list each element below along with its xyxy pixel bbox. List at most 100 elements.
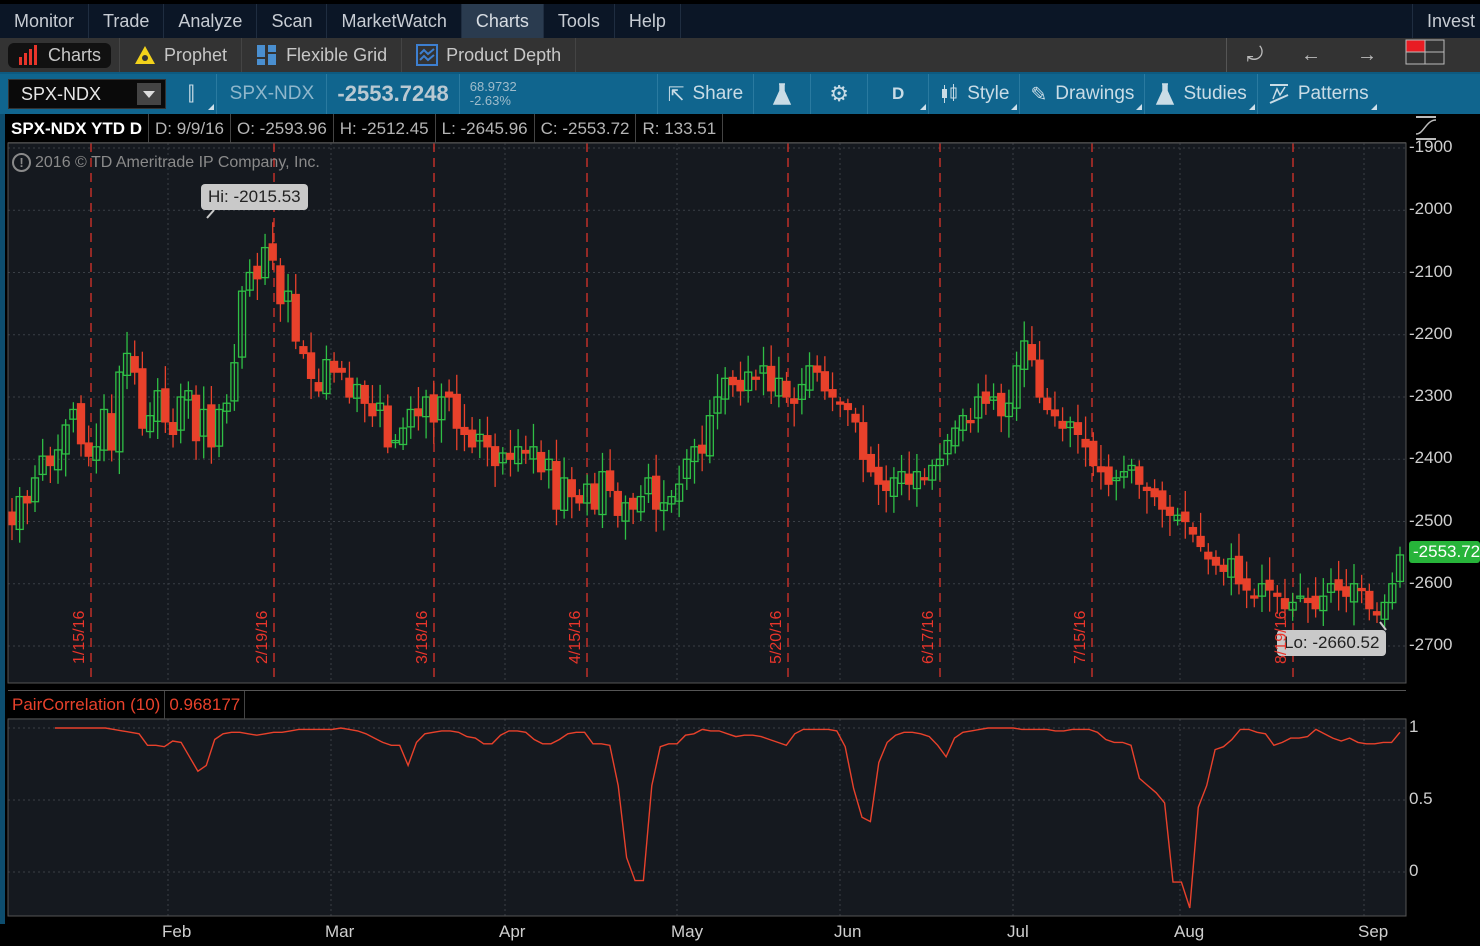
low-bubble: Lo: -2660.52 [1277, 630, 1387, 656]
high-bubble-pointer [206, 209, 215, 219]
candle-down [483, 435, 492, 448]
candle-down [920, 477, 929, 481]
candle-down [368, 403, 377, 417]
candle-down [866, 453, 876, 473]
candle-down [575, 495, 584, 504]
last-price-tag: -2553.72 [1409, 541, 1480, 563]
x-tick-label: Jul [1007, 922, 1029, 941]
candle-down [1242, 578, 1251, 591]
candle-down [329, 360, 339, 373]
candle-down [429, 394, 438, 423]
candle-down [253, 265, 262, 280]
candle-down [360, 384, 369, 404]
candle-down [613, 490, 622, 516]
corr-pane-border [7, 718, 1407, 917]
candle-down [813, 365, 822, 373]
candle-down [1311, 595, 1320, 610]
candle-down [874, 466, 883, 485]
candle-down [652, 475, 661, 510]
candle-down [1342, 586, 1351, 597]
candle-down [859, 422, 868, 460]
candle-down [851, 413, 860, 423]
candle-down [490, 446, 500, 467]
candle-down [1273, 592, 1282, 597]
candle-down [299, 346, 308, 355]
x-tick-label: Aug [1174, 922, 1205, 941]
candle-down [314, 382, 323, 392]
x-tick-label: May [671, 922, 704, 941]
candle-down [1142, 486, 1152, 492]
study-value: 0.968177 [165, 690, 246, 719]
candle-down [444, 391, 454, 398]
candle-down [1219, 564, 1228, 572]
candle-down [1050, 409, 1060, 417]
candle-down [981, 391, 991, 404]
candle-down [1188, 526, 1198, 535]
candle-down [728, 376, 737, 386]
y-tick-label: -2200 [1409, 323, 1453, 343]
candle-down [605, 470, 615, 492]
chart-canvas [7, 142, 1407, 917]
candle-down [1058, 420, 1067, 429]
corr-y-tick-label: 0 [1409, 861, 1419, 880]
y-tick-label: -2500 [1409, 510, 1453, 530]
candle-down [1204, 551, 1213, 560]
x-tick-label: Mar [325, 922, 355, 941]
price-pane-border [7, 142, 1407, 684]
candle-down [506, 452, 515, 460]
candle-down [1334, 579, 1343, 591]
date-marker-label: 3/18/16 [414, 610, 431, 664]
high-bubble: Hi: -2015.53 [201, 184, 308, 210]
candle-down [1250, 595, 1259, 599]
candle-down [1280, 598, 1290, 610]
corr-y-tick-label: 0.5 [1409, 789, 1433, 808]
study-header: PairCorrelation (10) 0.968177 [8, 690, 1406, 719]
candle-down [767, 365, 776, 392]
candle-down [107, 413, 116, 451]
corr-y-tick-label: 1 [1409, 717, 1419, 736]
candle-down [1150, 488, 1159, 498]
x-tick-label: Apr [499, 922, 526, 941]
candle-down [1135, 466, 1144, 485]
candle-down [414, 408, 423, 417]
candle-down [820, 371, 830, 392]
candle-down [23, 495, 32, 504]
y-tick-label: -2100 [1409, 261, 1453, 281]
candle-down [306, 352, 316, 379]
date-marker-label: 5/20/16 [768, 610, 785, 664]
candle-down [1211, 556, 1221, 566]
candle-down [268, 243, 277, 261]
candle-down [966, 419, 975, 424]
candle-down [736, 379, 745, 392]
candle-down [1081, 438, 1090, 448]
candle-down [1035, 359, 1044, 398]
candle-down [161, 388, 170, 423]
correlation-line [55, 727, 1401, 909]
candle-down [1265, 579, 1274, 591]
candle-down [1073, 422, 1083, 435]
candle-down [1234, 555, 1244, 585]
candle-down [698, 444, 707, 454]
candle-down [1104, 466, 1113, 485]
candle-down [1365, 590, 1374, 610]
candle-down [84, 442, 93, 457]
candle-down [345, 377, 354, 398]
candle-down [536, 451, 546, 473]
candle-down [905, 473, 914, 485]
candle-down [76, 403, 86, 445]
candle-down [1372, 611, 1382, 616]
date-marker-label: 4/15/16 [567, 610, 584, 664]
x-tick-label: Feb [162, 922, 192, 941]
candle-down [1196, 535, 1205, 548]
candle-down [1096, 466, 1106, 473]
watermark-text: 2016 © TD Ameritrade IP Company, Inc. [35, 153, 320, 171]
candle-down [843, 403, 853, 411]
candle-down [1357, 587, 1366, 592]
x-tick-label: Jun [834, 922, 862, 941]
date-marker-label: 7/15/16 [1072, 610, 1089, 664]
candle-down [1027, 344, 1037, 361]
candle-down [790, 398, 799, 404]
candle-down [7, 511, 17, 526]
study-name[interactable]: PairCorrelation (10) [8, 690, 166, 719]
candle-down [782, 380, 791, 398]
